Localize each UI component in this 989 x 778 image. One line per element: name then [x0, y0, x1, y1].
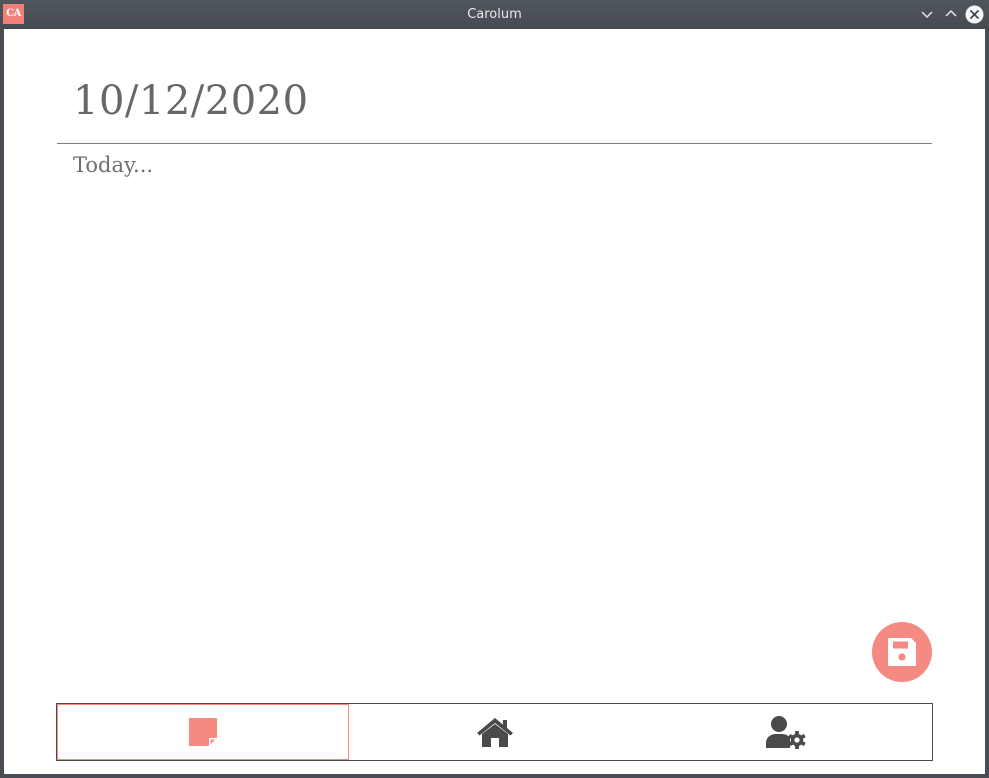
chevron-up-icon	[945, 9, 957, 17]
minimize-button[interactable]	[917, 5, 937, 23]
note-icon	[188, 718, 217, 746]
window-title: Carolum	[467, 7, 522, 22]
close-icon	[965, 5, 984, 24]
entry-text-field[interactable]	[70, 153, 926, 613]
maximize-button[interactable]	[941, 5, 961, 23]
tab-home[interactable]	[349, 704, 641, 760]
home-icon	[476, 718, 513, 747]
close-button[interactable]	[964, 4, 985, 25]
tab-account-settings[interactable]	[640, 704, 932, 760]
entry-date-title: 10/12/2020	[73, 78, 309, 124]
save-button[interactable]	[872, 622, 932, 682]
title-bar[interactable]: CA Carolum	[0, 0, 989, 29]
main-content: 10/12/2020	[4, 29, 985, 774]
bottom-navigation	[56, 703, 933, 761]
chevron-down-icon	[921, 11, 933, 19]
app-window: CA Carolum 10/12/2020	[0, 0, 989, 778]
title-divider	[57, 143, 932, 144]
floppy-disk-icon	[888, 638, 916, 666]
user-settings-icon	[766, 716, 806, 749]
tab-entry[interactable]	[57, 704, 349, 760]
